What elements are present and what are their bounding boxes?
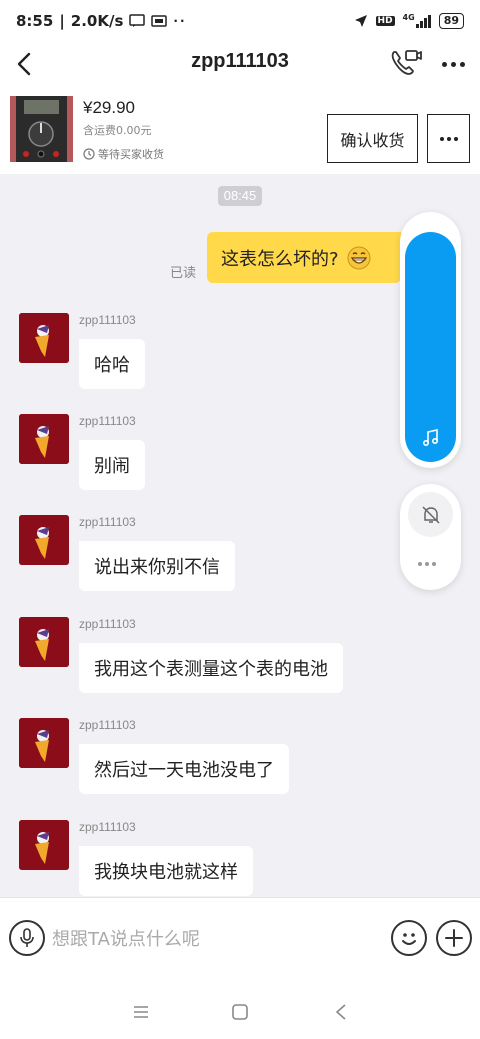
microphone-icon [20, 928, 34, 947]
nav-menu-button[interactable] [128, 999, 154, 1025]
battery-indicator: 89 [438, 13, 464, 29]
product-bar: ¥29.90 含运费0.00元 等待买家收货 确认收货 [0, 86, 480, 174]
message-bubble[interactable]: 别闹 [79, 440, 145, 490]
more-options-button[interactable] [436, 50, 470, 78]
floating-actions [400, 484, 461, 590]
back-button[interactable] [10, 48, 40, 80]
notification-icons: ·· [129, 14, 186, 28]
sender-name: zpp111103 [79, 820, 136, 834]
status-left: 8:55 | 2.0K/s ·· [16, 12, 187, 30]
avatar-image [19, 414, 69, 464]
message-bubble[interactable]: 然后过一天电池没电了 [79, 744, 289, 794]
order-status-text: 等待买家收货 [98, 148, 164, 161]
message-bubble[interactable]: 我换块电池就这样 [79, 846, 253, 896]
product-thumbnail[interactable] [10, 96, 73, 162]
avatar-image [19, 820, 69, 870]
input-bar [0, 897, 480, 985]
outgoing-message[interactable]: 这表怎么坏的? [207, 232, 401, 283]
status-divider: | [59, 12, 65, 30]
clock-icon [83, 148, 95, 160]
mute-button[interactable] [408, 492, 453, 537]
smile-icon [402, 933, 416, 945]
sender-name: zpp111103 [79, 718, 136, 732]
avatar[interactable] [19, 820, 69, 870]
square-home-icon [232, 1004, 248, 1020]
more-dots-icon [418, 562, 422, 566]
multimeter-image [10, 96, 73, 162]
phone-video-icon [391, 50, 422, 75]
nav-home-button[interactable] [227, 999, 253, 1025]
product-more-button[interactable] [427, 114, 470, 163]
nav-back-button[interactable] [328, 999, 354, 1025]
system-nav-bar [0, 985, 480, 1039]
signal-icon: 4G [403, 14, 431, 28]
avatar[interactable] [19, 617, 69, 667]
message-icon [129, 14, 146, 27]
confirm-receipt-button[interactable]: 确认收货 [327, 114, 418, 163]
avatar[interactable] [19, 718, 69, 768]
hd-badge: HD [375, 16, 395, 26]
message-input[interactable] [52, 922, 382, 956]
time-divider: 08:45 [218, 186, 262, 206]
music-player-panel[interactable] [405, 232, 456, 462]
chevron-left-icon [17, 52, 31, 76]
network-type: 4G [402, 13, 415, 22]
product-shipping: 含运费0.00元 [83, 124, 152, 137]
status-right: HD 4G 89 [354, 13, 464, 29]
call-button[interactable] [388, 46, 424, 80]
message-bubble[interactable]: 说出来你别不信 [79, 541, 235, 591]
order-status: 等待买家收货 [83, 146, 164, 162]
bell-off-icon [421, 505, 440, 524]
more-dots-icon [439, 136, 444, 141]
status-speed: 2.0K/s [70, 12, 124, 30]
avatar-image [19, 313, 69, 363]
location-arrow-icon [354, 15, 367, 27]
menu-icon [134, 1006, 148, 1018]
more-notifications-icon: ·· [173, 14, 187, 28]
grin-emoji-icon [347, 246, 371, 269]
status-time: 8:55 [16, 12, 54, 30]
message-text: 这表怎么坏的? [221, 248, 339, 270]
message-bubble[interactable]: 哈哈 [79, 339, 145, 389]
avatar-image [19, 718, 69, 768]
avatar-image [19, 515, 69, 565]
add-attachment-button[interactable] [436, 920, 472, 956]
music-note-icon [422, 429, 439, 447]
status-bar: 8:55 | 2.0K/s ·· HD 4G 89 [0, 0, 480, 42]
avatar-image [19, 617, 69, 667]
gallery-icon [151, 15, 168, 27]
plus-icon [445, 929, 463, 947]
voice-button[interactable] [9, 920, 45, 956]
avatar[interactable] [19, 414, 69, 464]
actions-more-button[interactable] [418, 562, 436, 566]
read-receipt: 已读 [170, 266, 197, 281]
emoji-button[interactable] [391, 920, 427, 956]
sender-name: zpp111103 [79, 617, 136, 631]
sender-name: zpp111103 [79, 515, 136, 529]
sender-name: zpp111103 [79, 414, 136, 428]
message-bubble[interactable]: 我用这个表测量这个表的电池 [79, 643, 343, 693]
floating-music-player[interactable] [400, 212, 461, 468]
avatar[interactable] [19, 313, 69, 363]
more-dots-icon [441, 61, 447, 67]
sender-name: zpp111103 [79, 313, 136, 327]
product-price: ¥29.90 [83, 98, 135, 117]
chat-header: zpp111103 [0, 42, 480, 86]
triangle-back-icon [336, 1004, 346, 1020]
avatar[interactable] [19, 515, 69, 565]
